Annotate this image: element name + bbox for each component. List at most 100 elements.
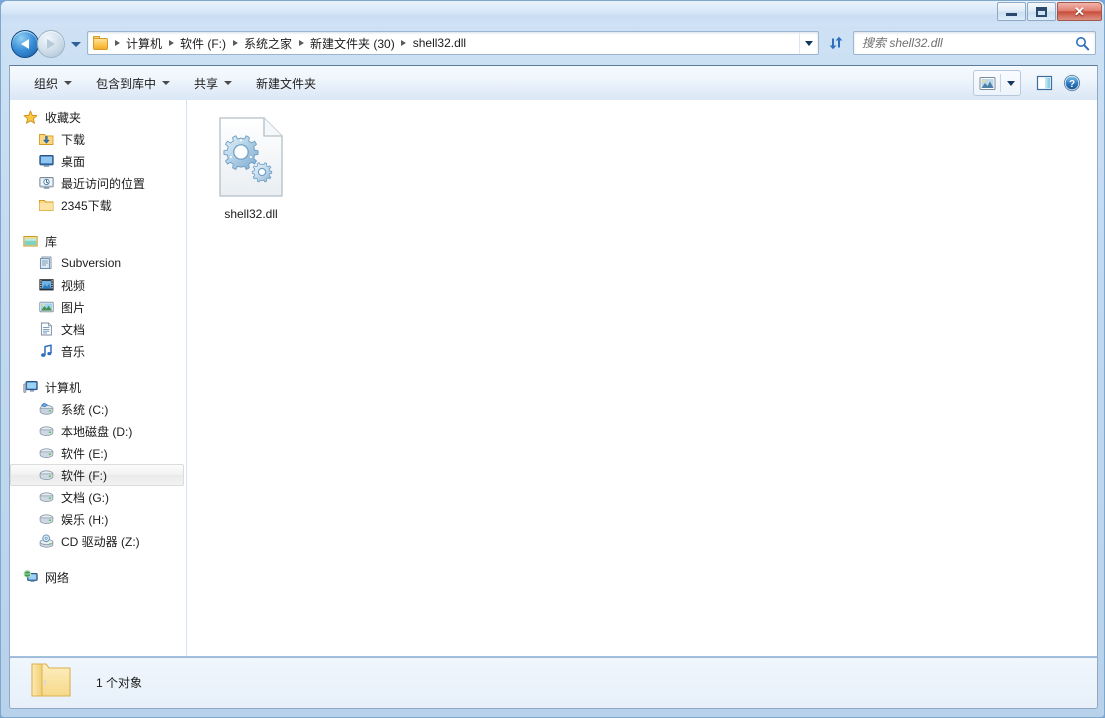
- sidebar-label: 下载: [61, 132, 86, 147]
- include-in-library-button[interactable]: 包含到库中: [86, 71, 180, 95]
- breadcrumb-item-3[interactable]: 新建文件夹 (30): [307, 33, 398, 54]
- folder-icon: [28, 660, 74, 705]
- sidebar-item-2345download[interactable]: 2345下载: [10, 194, 186, 216]
- view-icon: [979, 76, 995, 90]
- breadcrumb-separator[interactable]: [229, 40, 241, 46]
- breadcrumb-item-2[interactable]: 系统之家: [241, 33, 295, 54]
- status-bar: 1 个对象: [9, 656, 1098, 709]
- breadcrumb-separator[interactable]: [111, 40, 123, 46]
- sidebar-item-drive-c[interactable]: 系统 (C:): [10, 398, 186, 420]
- organize-label: 组织: [34, 76, 59, 91]
- address-dropdown-button[interactable]: [799, 32, 818, 54]
- close-icon: ✕: [1074, 4, 1085, 19]
- sidebar-item-subversion[interactable]: Subversion: [10, 252, 186, 274]
- sidebar-label: 2345下载: [61, 198, 112, 213]
- breadcrumb-item-0[interactable]: 计算机: [123, 33, 165, 54]
- preview-pane-icon: [1036, 75, 1052, 91]
- breadcrumb-separator[interactable]: [398, 40, 410, 46]
- address-bar[interactable]: 计算机 软件 (F:) 系统之家 新建文件夹 (30) shell32.dll: [87, 31, 819, 55]
- command-toolbar: 组织 包含到库中 共享 新建文件夹 ?: [9, 65, 1098, 100]
- title-bar[interactable]: ✕: [1, 1, 1104, 26]
- navigation-buttons: [11, 30, 82, 58]
- sidebar-item-videos[interactable]: 视频: [10, 274, 186, 296]
- sidebar-item-computer[interactable]: 计算机: [10, 376, 186, 398]
- sidebar-item-network[interactable]: 网络: [10, 566, 186, 588]
- sidebar-item-documents[interactable]: 文档: [10, 318, 186, 340]
- sidebar-item-drive-d[interactable]: 本地磁盘 (D:): [10, 420, 186, 442]
- search-input[interactable]: [854, 33, 1069, 53]
- navigation-pane[interactable]: 收藏夹 下载 桌面 最近访问的位置 2345下载 库 Subversion 视频…: [10, 100, 187, 656]
- computer-icon: [22, 379, 38, 395]
- help-button[interactable]: ?: [1059, 71, 1085, 95]
- sidebar-label: 图片: [61, 300, 86, 315]
- close-button[interactable]: ✕: [1057, 2, 1102, 21]
- svg-text:?: ?: [1069, 79, 1075, 90]
- sidebar-label: 库: [45, 234, 58, 249]
- breadcrumb-separator[interactable]: [295, 40, 307, 46]
- history-dropdown-button[interactable]: [69, 30, 82, 58]
- dll-file-icon: [218, 116, 284, 203]
- breadcrumb-item-4[interactable]: shell32.dll: [410, 34, 469, 52]
- sidebar-item-recent-places[interactable]: 最近访问的位置: [10, 172, 186, 194]
- sidebar-item-music[interactable]: 音乐: [10, 340, 186, 362]
- preview-pane-button[interactable]: [1031, 71, 1057, 95]
- sidebar-label: Subversion: [61, 256, 122, 270]
- sidebar-item-drive-f[interactable]: 软件 (F:): [10, 464, 184, 486]
- system-drive-icon: [38, 401, 54, 417]
- status-divider: [10, 657, 1097, 658]
- music-icon: [38, 343, 54, 359]
- sidebar-label: 收藏夹: [45, 110, 82, 125]
- status-text: 1 个对象: [96, 676, 143, 690]
- nav-group-libraries: 库 Subversion 视频 图片 文档 音乐: [10, 230, 186, 362]
- new-folder-button[interactable]: 新建文件夹: [246, 71, 326, 95]
- sidebar-label: 软件 (E:): [61, 446, 108, 461]
- sidebar-label: 系统 (C:): [61, 402, 109, 417]
- sidebar-label: 文档: [61, 322, 86, 337]
- sidebar-item-downloads[interactable]: 下载: [10, 128, 186, 150]
- sidebar-item-drive-h[interactable]: 娱乐 (H:): [10, 508, 186, 530]
- search-box[interactable]: [853, 31, 1096, 55]
- sidebar-item-drive-e[interactable]: 软件 (E:): [10, 442, 186, 464]
- library-icon: [22, 233, 38, 249]
- sidebar-item-drive-g[interactable]: 文档 (G:): [10, 486, 186, 508]
- window-controls: ✕: [997, 2, 1102, 21]
- drive-icon: [38, 511, 54, 527]
- sidebar-label: 本地磁盘 (D:): [61, 424, 133, 439]
- file-list-pane[interactable]: shell32.dll: [187, 100, 1097, 656]
- chevron-down-icon: [70, 41, 81, 47]
- minimize-button[interactable]: [997, 2, 1026, 21]
- back-button[interactable]: [11, 30, 39, 58]
- forward-arrow-icon: [47, 39, 55, 49]
- nav-group-favorites: 收藏夹 下载 桌面 最近访问的位置 2345下载: [10, 106, 186, 216]
- chevron-down-icon: [64, 81, 73, 85]
- breadcrumb-separator[interactable]: [165, 40, 177, 46]
- sidebar-item-libraries[interactable]: 库: [10, 230, 186, 252]
- chevron-down-icon: [805, 40, 813, 46]
- restore-button[interactable]: [1027, 2, 1056, 21]
- help-icon: ?: [1063, 74, 1081, 92]
- sidebar-item-desktop[interactable]: 桌面: [10, 150, 186, 172]
- drive-icon: [38, 467, 54, 483]
- drive-icon: [38, 489, 54, 505]
- drive-icon: [38, 423, 54, 439]
- cd-drive-icon: [38, 533, 54, 549]
- forward-button[interactable]: [37, 30, 65, 58]
- search-icon[interactable]: [1069, 36, 1095, 51]
- sidebar-label: 文档 (G:): [61, 490, 109, 505]
- share-label: 共享: [194, 76, 219, 91]
- sidebar-label: 娱乐 (H:): [61, 512, 109, 527]
- share-button[interactable]: 共享: [184, 71, 242, 95]
- minimize-icon: [1006, 13, 1017, 16]
- view-dropdown-button[interactable]: [1001, 71, 1020, 95]
- downloads-folder-icon: [38, 131, 54, 147]
- nav-group-network: 网络: [10, 566, 186, 588]
- sidebar-item-drive-z[interactable]: CD 驱动器 (Z:): [10, 530, 186, 552]
- file-item-shell32[interactable]: shell32.dll: [203, 112, 299, 224]
- organize-button[interactable]: 组织: [24, 71, 82, 95]
- change-view-button[interactable]: [974, 71, 1000, 95]
- breadcrumb-item-1[interactable]: 软件 (F:): [177, 33, 229, 54]
- sidebar-item-favorites[interactable]: 收藏夹: [10, 106, 186, 128]
- chevron-down-icon: [224, 81, 233, 85]
- refresh-button[interactable]: [825, 31, 847, 55]
- sidebar-item-pictures[interactable]: 图片: [10, 296, 186, 318]
